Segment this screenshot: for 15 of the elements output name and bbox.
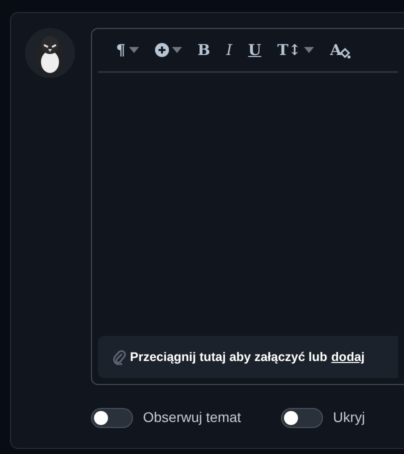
toggle-switch[interactable]	[91, 408, 133, 428]
underline-button[interactable]: U	[240, 35, 270, 65]
toggle-label: Ukryj	[333, 408, 365, 427]
italic-button[interactable]: I	[218, 35, 240, 65]
add-file-link[interactable]: dodaj	[331, 348, 365, 366]
paragraph-button[interactable]: ¶	[108, 35, 147, 65]
toggle-switch[interactable]	[281, 408, 324, 428]
text-color-button[interactable]: A	[322, 35, 359, 65]
bold-button[interactable]: B	[190, 35, 218, 65]
attachment-hint: Przeciągnij tutaj aby załączyć lub	[130, 348, 328, 366]
font-size-button[interactable]: T↕	[269, 35, 322, 65]
paperclip-icon	[112, 349, 126, 365]
editor[interactable]: ¶ B I U T↕ A Przeciągnij tutaj aby załączyć lub dodaj	[91, 28, 404, 385]
toggle-label: Obserwuj temat	[143, 408, 242, 427]
plus-circle-icon	[154, 43, 169, 57]
